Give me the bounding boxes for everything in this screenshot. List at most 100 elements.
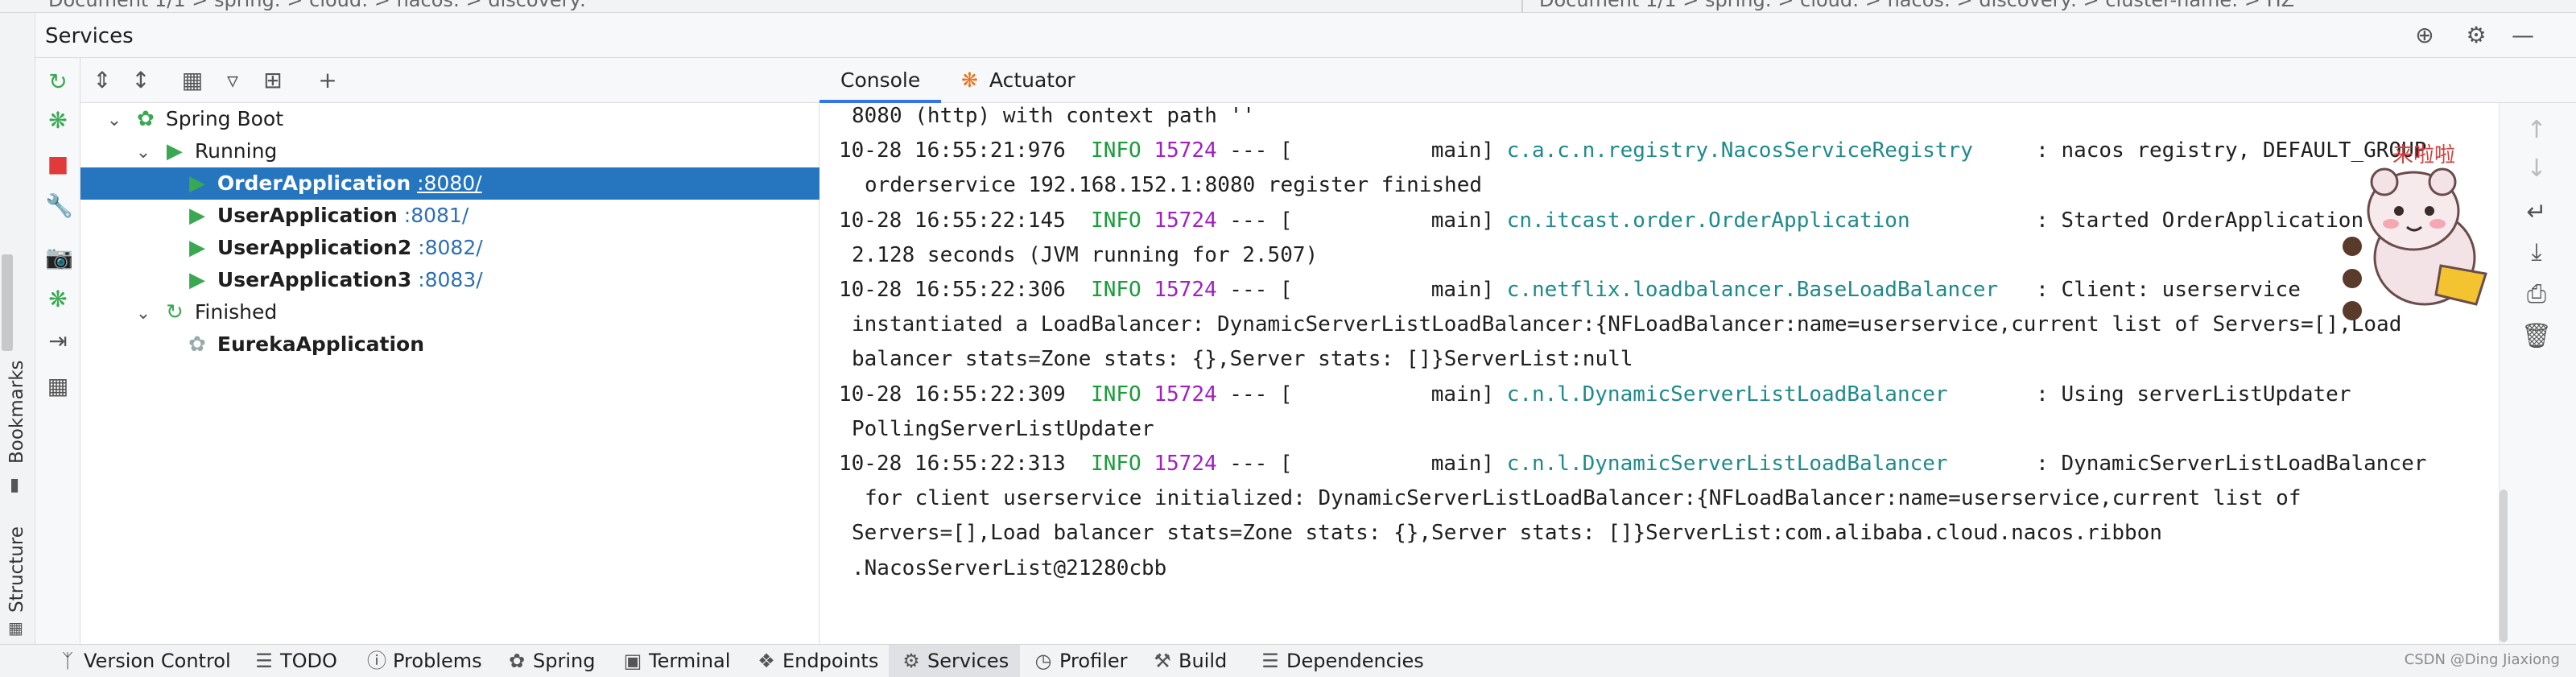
bookmarks-label: Bookmarks <box>6 360 27 464</box>
tool-tab-version-control[interactable]: ᛉ Version Control <box>45 645 242 677</box>
chevron-down-icon[interactable]: ⌄ <box>132 298 155 330</box>
debug-icon[interactable]: ❋ <box>45 108 71 134</box>
tool-tab-problems[interactable]: ⓘ Problems <box>354 645 493 677</box>
tree-node-order-application[interactable]: ▶ OrderApplication :8080/ <box>80 167 819 200</box>
profiler-icon: ◷ <box>1034 650 1052 672</box>
structure-tool-tab[interactable]: Structure <box>6 526 27 613</box>
tree-node-finished[interactable]: ⌄ ↻ Finished <box>80 296 819 328</box>
left-editor-breadcrumb[interactable]: Document 1/1 > spring: > cloud: > nacos:… <box>48 0 586 11</box>
services-action-toolbar: ↻ ❋ ■ 🔧 📷 ❋ ⇥ ▦ <box>35 58 80 644</box>
tool-tab-label: Profiler <box>1059 650 1128 672</box>
tree-node-eureka-application[interactable]: ✿ EurekaApplication <box>80 328 819 361</box>
trash-icon[interactable]: 🗑 <box>2520 320 2553 353</box>
tool-tab-label: Endpoints <box>782 650 879 672</box>
editor-split-divider <box>1521 0 1523 12</box>
tool-tab-spring[interactable]: ✿ Spring <box>494 645 606 677</box>
log-thread: --- [ main] <box>1229 278 1495 302</box>
left-tool-strip: Bookmarks ▮ Structure ▦ <box>0 13 35 644</box>
gear-icon[interactable]: ⚙ <box>2463 23 2489 48</box>
console-continuation-line: Servers=[],Load balancer stats=Zone stat… <box>852 521 2162 546</box>
app-name: UserApplication <box>217 204 398 227</box>
spring-boot-icon: ✿ <box>137 107 155 131</box>
sticker-image: 来啦啦 <box>2334 137 2496 330</box>
branch-icon: ᛉ <box>61 650 74 672</box>
bookmarks-tool-tab[interactable]: Bookmarks <box>6 361 27 464</box>
log-logger: c.a.c.n.registry.NacosServiceRegistry <box>1506 138 1973 163</box>
console-continuation-line: for client userservice initialized: Dyna… <box>865 486 2301 511</box>
run-icon: ▶ <box>188 268 205 292</box>
soft-wrap-icon[interactable]: ↵ <box>2520 196 2553 229</box>
stop-icon[interactable]: ■ <box>45 151 71 177</box>
rerun-icon[interactable]: ↻ <box>45 69 71 95</box>
scroll-to-end-icon[interactable]: ⤓ <box>2520 237 2553 269</box>
arrow-up-icon[interactable]: ↑ <box>2520 114 2553 147</box>
app-name: EurekaApplication <box>217 332 425 356</box>
tool-tab-services[interactable]: ⚙ Services <box>889 645 1021 677</box>
log-pid: 15724 <box>1154 278 1217 302</box>
print-icon[interactable]: ⎙ <box>2520 279 2553 311</box>
console-continuation-line: 8080 (http) with context path '' <box>852 104 1255 128</box>
tab-label: Actuator <box>989 68 1075 92</box>
right-editor-breadcrumb[interactable]: Document 1/1 > spring: > cloud: > nacos:… <box>1539 0 2294 11</box>
log-level: INFO <box>1091 452 1141 476</box>
arrow-down-icon[interactable]: ↓ <box>2520 153 2553 185</box>
tree-node-user-application3[interactable]: ▶ UserApplication3 :8083/ <box>80 264 819 296</box>
tree-node-spring-boot[interactable]: ⌄ ✿ Spring Boot <box>80 103 819 135</box>
tree-node-user-application2[interactable]: ▶ UserApplication2 :8082/ <box>80 232 819 264</box>
filter-icon[interactable]: ▿ <box>219 68 246 93</box>
tool-tab-dependencies[interactable]: ☰ Dependencies <box>1248 645 1435 677</box>
tool-tab-terminal[interactable]: ▣ Terminal <box>610 645 741 677</box>
tool-tab-label: TODO <box>280 650 337 672</box>
bookmark-icon: ▮ <box>10 475 20 495</box>
log-message: : DynamicServerListLoadBalancer <box>1960 452 2427 476</box>
log-thread: --- [ main] <box>1229 382 1495 407</box>
tool-tab-endpoints[interactable]: ❖ Endpoints <box>744 645 890 677</box>
sign-in-icon[interactable]: ⇥ <box>45 328 71 354</box>
tool-tab-label: Build <box>1179 650 1228 672</box>
tree-node-label: Spring Boot <box>165 107 284 130</box>
new-service-icon[interactable]: ⊞ <box>259 68 287 93</box>
wrench-icon[interactable]: 🔧 <box>45 193 73 219</box>
app-port-link[interactable]: :8082/ <box>418 236 482 259</box>
run-icon: ▶ <box>188 204 205 228</box>
actuator-icon: ❋ <box>961 68 978 92</box>
run-icon: ▶ <box>166 139 183 163</box>
minimize-icon[interactable]: — <box>2510 23 2536 48</box>
app-name: UserApplication2 <box>217 236 412 259</box>
app-name: UserApplication3 <box>217 268 412 291</box>
layout-icon[interactable]: ▦ <box>45 374 71 399</box>
terminal-icon: ▣ <box>623 650 642 672</box>
tool-tab-build[interactable]: ⚒ Build <box>1140 645 1238 677</box>
target-icon[interactable]: ⊕ <box>2412 23 2438 48</box>
tab-actuator[interactable]: ❋ Actuator <box>940 58 1096 103</box>
console-log-line: 10-28 16:55:22:309 INFO 15724 --- [ main… <box>839 377 2351 412</box>
app-port-link[interactable]: :8083/ <box>418 268 482 291</box>
chevron-down-icon[interactable]: ⌄ <box>103 105 126 137</box>
app-port-link[interactable]: :8081/ <box>404 204 469 227</box>
list-icon: ☰ <box>255 650 273 672</box>
structure-icon: ▦ <box>8 618 23 638</box>
expand-all-icon[interactable]: ⇕ <box>89 68 116 93</box>
profile-icon[interactable]: ❋ <box>45 287 71 312</box>
tab-console[interactable]: Console <box>819 58 942 103</box>
add-icon[interactable]: + <box>314 68 341 93</box>
console-log-line: 10-28 16:55:22:313 INFO 15724 --- [ main… <box>839 446 2426 481</box>
console-log-line: 10-28 16:55:22:145 INFO 15724 --- [ main… <box>839 203 2401 238</box>
run-icon: ▶ <box>188 171 205 196</box>
tool-tab-profiler[interactable]: ◷ Profiler <box>1021 645 1139 677</box>
console-continuation-line: .NacosServerList@21280cbb <box>852 555 1167 580</box>
console-output[interactable]: 8080 (http) with context path '' 10-28 16… <box>819 103 2499 644</box>
chevron-down-icon[interactable]: ⌄ <box>132 137 155 169</box>
console-log-line: 10-28 16:55:22:306 INFO 15724 --- [ main… <box>839 272 2301 308</box>
camera-icon[interactable]: 📷 <box>45 245 73 270</box>
tool-tab-todo[interactable]: ☰ TODO <box>242 645 349 677</box>
app-port-link[interactable]: :8080/ <box>417 171 481 195</box>
tree-node-user-application[interactable]: ▶ UserApplication :8081/ <box>80 200 819 232</box>
group-icon[interactable]: ▦ <box>179 68 206 93</box>
collapse-all-icon[interactable]: ↕ <box>127 68 155 93</box>
console-continuation-line: balancer stats=Zone stats: {},Server sta… <box>852 347 1633 372</box>
log-message: : Using serverListUpdater <box>1960 382 2351 407</box>
log-timestamp: 10-28 16:55:21:976 <box>839 138 1066 163</box>
console-scrollbar[interactable] <box>2500 489 2508 642</box>
tree-node-running[interactable]: ⌄ ▶ Running <box>80 135 819 167</box>
